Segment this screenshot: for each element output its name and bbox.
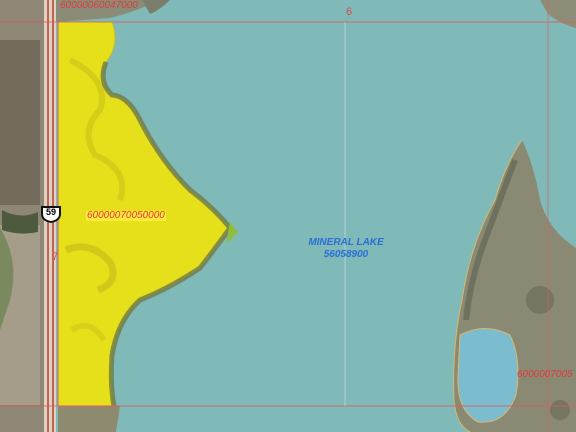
parcel-map[interactable]: 60000060047000 6 60000070050000 7 600000… [0,0,576,432]
parcel-id-right-edge: 6000007005 [517,369,573,380]
section-line-label: 7 [52,251,59,263]
section-number: 6 [346,6,353,18]
lake-name: MINERAL LAKE [308,237,384,248]
highway-number: 59 [45,207,56,217]
pond [457,328,519,423]
parcel-id-top-left: 60000060047000 [60,0,138,11]
lake-id: 56058900 [323,249,369,260]
parcel-id-selected[interactable]: 60000070050000 [86,211,166,221]
